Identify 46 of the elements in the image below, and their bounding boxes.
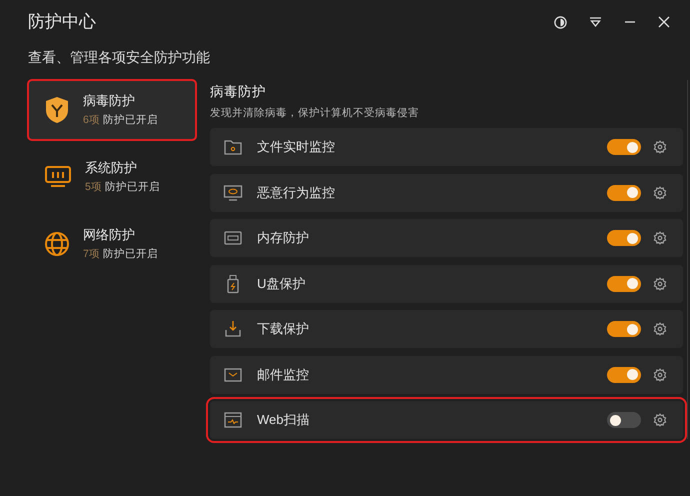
feature-name: 内存防护 — [257, 229, 310, 248]
feature-name: U盘保护 — [257, 274, 306, 293]
status-text: 防护已开启 — [102, 113, 158, 128]
settings-icon[interactable] — [653, 186, 667, 200]
feature-name: 下载保护 — [257, 320, 310, 338]
category-name: 网络防护 — [83, 226, 136, 244]
theme-icon[interactable] — [554, 16, 567, 28]
menu-icon[interactable] — [589, 16, 602, 28]
shield-icon — [44, 96, 70, 124]
category-name: 系统防护 — [85, 158, 138, 177]
toggle-switch[interactable] — [607, 412, 641, 428]
browser-pulse-icon — [223, 410, 243, 430]
settings-icon[interactable] — [653, 140, 667, 154]
toggle-switch[interactable] — [607, 139, 641, 155]
toggle-switch[interactable] — [607, 366, 641, 382]
sidebar-item[interactable]: 系统防护 5项 防护已开启 — [28, 147, 196, 207]
settings-icon[interactable] — [653, 368, 667, 382]
sidebar-item[interactable]: 网络防护 7项 防护已开启 — [28, 214, 196, 274]
item-count: 5项 — [85, 180, 102, 196]
toggle-switch[interactable] — [607, 321, 641, 337]
feature-name: 文件实时监控 — [257, 138, 336, 156]
window-title: 防护中心 — [28, 11, 96, 34]
section-title: 病毒防护 — [210, 83, 267, 101]
monitor-eye-icon — [223, 182, 243, 202]
feature-name: 恶意行为监控 — [257, 184, 336, 202]
settings-icon[interactable] — [653, 276, 667, 290]
feature-name: 邮件监控 — [257, 366, 310, 384]
feature-name: Web扫描 — [257, 411, 310, 430]
toggle-switch[interactable] — [607, 230, 641, 246]
globe-icon — [44, 231, 70, 257]
item-count: 7项 — [83, 247, 100, 262]
toggle-switch[interactable] — [607, 276, 641, 292]
download-icon — [223, 319, 243, 339]
section-description: 发现并清除病毒，保护计算机不受病毒侵害 — [210, 106, 420, 122]
settings-icon[interactable] — [653, 413, 667, 427]
toggle-switch[interactable] — [607, 184, 641, 200]
monitor-icon — [44, 165, 72, 189]
category-name: 病毒防护 — [83, 92, 136, 110]
status-text: 防护已开启 — [102, 247, 158, 262]
close-icon[interactable] — [658, 16, 670, 28]
settings-icon[interactable] — [653, 231, 667, 245]
page-subtitle: 查看、管理各项安全防护功能 — [28, 49, 210, 65]
settings-icon[interactable] — [653, 322, 667, 336]
sidebar-item[interactable]: 病毒防护 6项 防护已开启 — [28, 80, 196, 140]
status-text: 防护已开启 — [104, 180, 160, 196]
item-count: 6项 — [83, 113, 100, 128]
